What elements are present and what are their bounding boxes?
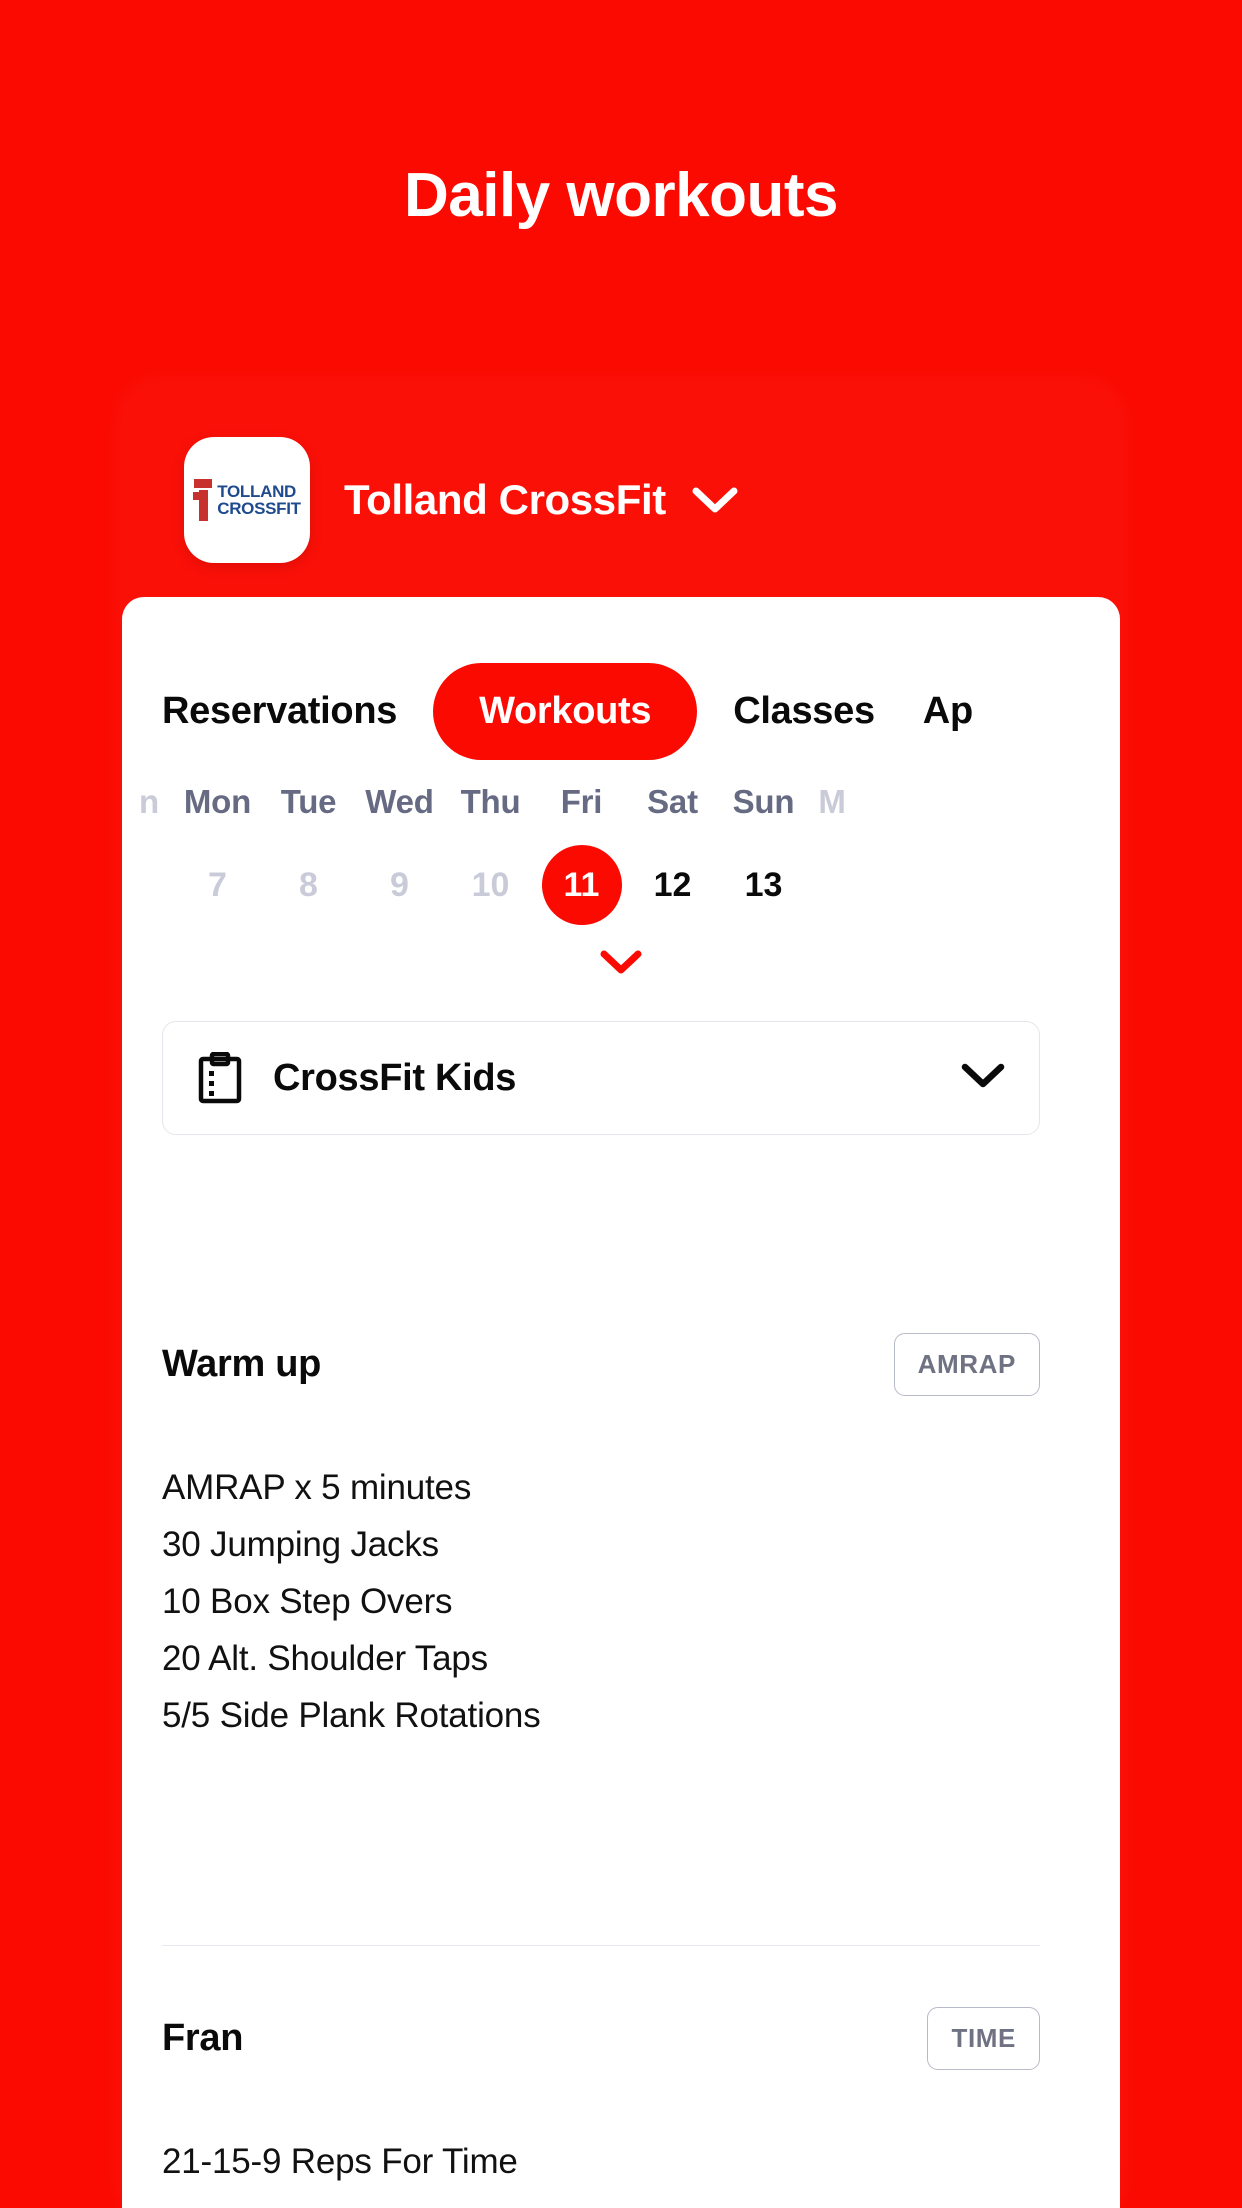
status-badge: TIME — [927, 2007, 1040, 2070]
gym-name: Tolland CrossFit — [344, 476, 666, 523]
workout-line: 20 Alt. Shoulder Taps — [162, 1639, 488, 1679]
workout-block-warm-up: Warm up AMRAP AMRAP x 5 minutes 30 Jumpi… — [162, 1333, 1040, 1738]
clipboard-icon — [197, 1052, 243, 1104]
day-cell-mon[interactable]: Mon 7 — [172, 783, 263, 927]
day-cell-prev-sun[interactable]: n — [126, 783, 172, 927]
chevron-down-icon — [600, 950, 642, 974]
content-sheet: Reservations Workouts Classes Ap n Mon 7… — [122, 597, 1120, 2208]
workout-line: 30 Jumping Jacks — [162, 1525, 439, 1565]
logo-line-2: CROSSFIT — [217, 499, 301, 518]
workout-line: 21-15-9 Reps For Time — [162, 2142, 518, 2181]
day-of-week-label: n — [139, 783, 159, 820]
day-of-week-label: M — [818, 783, 846, 820]
expand-calendar-button[interactable] — [122, 949, 1120, 975]
day-cell-sun[interactable]: Sun 13 — [718, 783, 809, 927]
chevron-down-icon[interactable] — [961, 1063, 1005, 1094]
day-of-week-label: Tue — [280, 783, 337, 820]
week-strip[interactable]: n Mon 7 Tue 8 Wed 9 Thu 10 Fri 11 Sat 12… — [122, 783, 1120, 927]
day-cell-tue[interactable]: Tue 8 — [263, 783, 354, 927]
section-divider — [162, 1945, 1040, 1946]
workout-line: 10 Box Step Overs — [162, 1582, 453, 1622]
tab-workouts[interactable]: Workouts — [433, 662, 698, 760]
day-number: 8 — [299, 865, 318, 904]
workout-lines: AMRAP x 5 minutes 30 Jumping Jacks 10 Bo… — [162, 1466, 1040, 1738]
day-of-week-label: Sat — [647, 783, 698, 820]
workout-title: Warm up — [162, 1343, 322, 1385]
day-cell-next-mon[interactable]: M — [809, 783, 855, 927]
tab-reservations[interactable]: Reservations — [122, 690, 421, 733]
day-number: 7 — [208, 865, 227, 904]
day-number-selected: 11 — [541, 845, 622, 925]
day-number: 9 — [390, 865, 409, 904]
gym-header[interactable]: TOLLAND CROSSFIT Tolland CrossFit — [122, 400, 1120, 600]
day-of-week-label: Fri — [560, 783, 603, 820]
day-of-week-label: Wed — [365, 783, 434, 820]
day-of-week-label: Sun — [732, 783, 795, 820]
workout-selector-label: CrossFit Kids — [273, 1056, 517, 1099]
day-number: 12 — [653, 865, 692, 904]
gym-logo: TOLLAND CROSSFIT — [184, 437, 310, 563]
status-badge: AMRAP — [893, 1333, 1040, 1396]
tab-classes[interactable]: Classes — [709, 690, 899, 733]
workout-lines: 21-15-9 Reps For Time — [162, 2140, 1040, 2184]
day-of-week-label: Thu — [460, 783, 521, 820]
tab-bar[interactable]: Reservations Workouts Classes Ap — [122, 659, 1120, 763]
workout-selector[interactable]: CrossFit Kids — [162, 1021, 1040, 1135]
tolland-emblem-icon — [193, 479, 213, 521]
day-number: 10 — [471, 865, 510, 904]
tab-appointments[interactable]: Ap — [899, 690, 997, 733]
day-cell-sat[interactable]: Sat 12 — [627, 783, 718, 927]
workout-title: Fran — [162, 2017, 244, 2059]
day-cell-wed[interactable]: Wed 9 — [354, 783, 445, 927]
workout-block-fran: Fran TIME 21-15-9 Reps For Time — [162, 2007, 1040, 2184]
workout-line: 5/5 Side Plank Rotations — [162, 1696, 541, 1736]
chevron-down-icon[interactable] — [692, 486, 738, 514]
page-title: Daily workouts — [404, 161, 839, 230]
day-of-week-label: Mon — [183, 783, 252, 820]
day-cell-fri[interactable]: Fri 11 — [536, 783, 627, 927]
workout-line: AMRAP x 5 minutes — [162, 1468, 472, 1507]
day-number: 13 — [744, 865, 783, 904]
logo-line-1: TOLLAND — [217, 481, 297, 501]
day-cell-thu[interactable]: Thu 10 — [445, 783, 536, 927]
